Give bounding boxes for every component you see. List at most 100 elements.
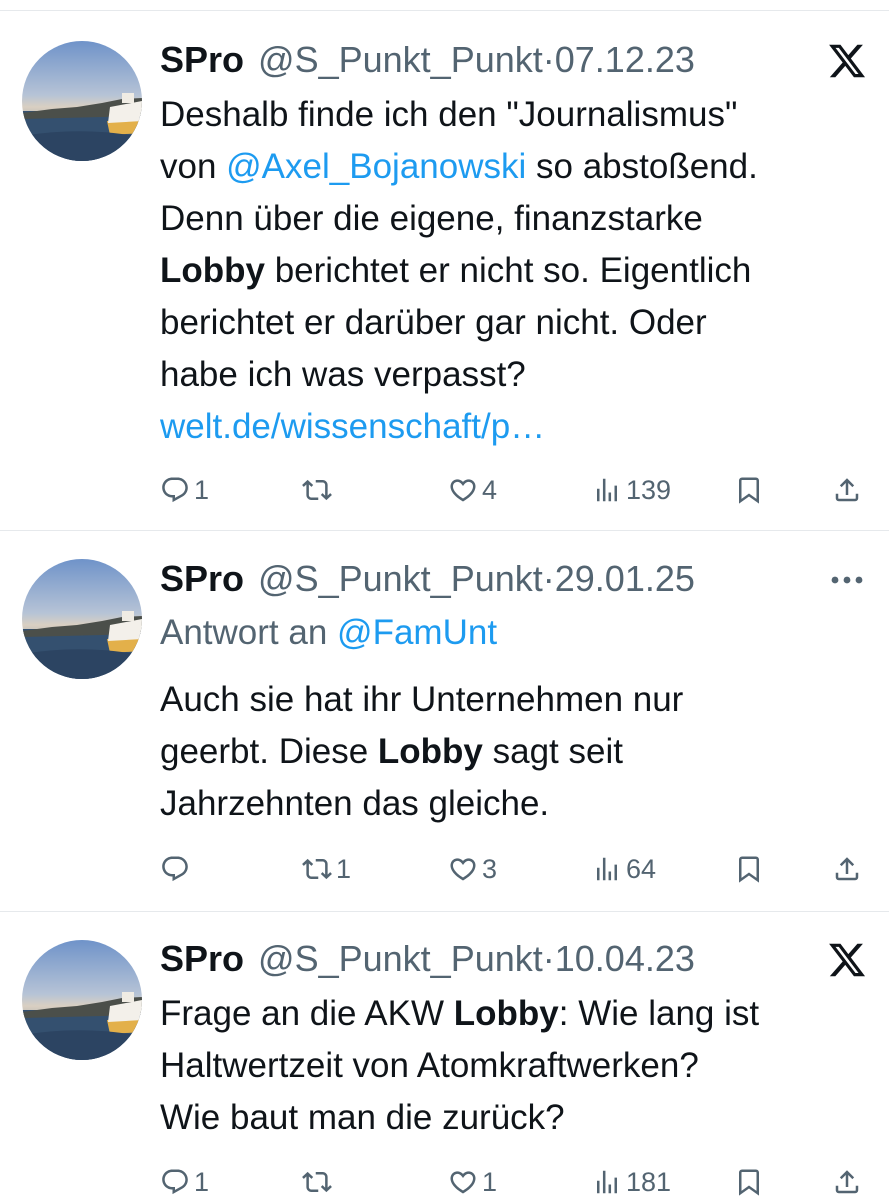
repost-button[interactable]: [302, 1162, 336, 1202]
like-count: 1: [482, 1166, 498, 1197]
text-line: Frage an die AKW Lobby: Wie lang ist: [160, 988, 859, 1040]
tweet[interactable]: SPro @S_Punkt_Punkt · 10.04.23 Frage an …: [0, 912, 889, 1200]
tweet-date[interactable]: 10.04.23: [555, 938, 695, 980]
more-options-icon[interactable]: [827, 573, 867, 587]
display-name[interactable]: SPro: [160, 938, 244, 980]
bold-word: Lobby: [453, 994, 559, 1033]
share-button[interactable]: [832, 849, 866, 889]
tweet[interactable]: SPro @S_Punkt_Punkt · 07.12.23 Deshalb f…: [0, 11, 889, 531]
avatar[interactable]: [22, 559, 142, 679]
separator: ·: [542, 39, 555, 80]
text-line: Haltwertzeit von Atomkraftwerken?: [160, 1046, 699, 1085]
text-span: geerbt. Diese: [160, 732, 378, 771]
text-line: Auch sie hat ihr Unternehmen nur: [160, 680, 684, 719]
action-bar: 1 4 139: [160, 470, 867, 510]
heart-icon: [448, 1167, 478, 1197]
views-button[interactable]: 139: [592, 470, 671, 510]
x-logo-icon: [827, 41, 867, 81]
like-button[interactable]: 3: [448, 849, 497, 889]
text-span: von: [160, 147, 227, 186]
bookmark-icon: [734, 854, 764, 884]
like-button[interactable]: 4: [448, 470, 497, 510]
reply-count: 1: [194, 474, 210, 505]
text-line: Wie baut man die zurück?: [160, 1098, 565, 1137]
avatar[interactable]: [22, 940, 142, 1060]
avatar[interactable]: [22, 41, 142, 161]
action-bar: 1 1 181: [160, 1162, 867, 1202]
repost-button[interactable]: 1: [302, 849, 351, 889]
views-button[interactable]: 64: [592, 849, 656, 889]
like-button[interactable]: 1: [448, 1162, 497, 1202]
text-span: sagt seit: [482, 732, 623, 771]
tweet[interactable]: SPro @S_Punkt_Punkt · 29.01.25 Antwort a…: [0, 531, 889, 912]
view-count: 181: [626, 1166, 672, 1197]
text-span: Frage an die AKW: [160, 994, 454, 1033]
tweet-feed: SPro @S_Punkt_Punkt · 07.12.23 Deshalb f…: [0, 0, 889, 1200]
text-line: Denn über die eigene, finanzstarke: [160, 199, 703, 238]
user-handle[interactable]: @S_Punkt_Punkt: [258, 39, 543, 81]
bold-word: Lobby: [160, 251, 265, 290]
mention-link[interactable]: @Axel_Bojanowski: [226, 147, 526, 186]
tweet-text: Auch sie hat ihr Unternehmen nur geerbt.…: [160, 674, 859, 830]
reply-count: 1: [194, 1166, 210, 1197]
tweet-header: SPro @S_Punkt_Punkt · 07.12.23: [160, 37, 869, 83]
text-line: von @Axel_Bojanowski so abstoßend.: [160, 141, 859, 193]
bold-word: Lobby: [377, 732, 483, 771]
reply-button[interactable]: [160, 849, 194, 889]
repost-button[interactable]: [302, 470, 336, 510]
display-name[interactable]: SPro: [160, 39, 244, 81]
share-button[interactable]: [832, 470, 866, 510]
text-line: geerbt. Diese Lobby sagt seit: [160, 726, 859, 778]
bookmark-button[interactable]: [734, 1162, 768, 1202]
text-span: : Wie lang ist: [558, 994, 760, 1033]
user-handle[interactable]: @S_Punkt_Punkt: [258, 938, 543, 980]
heart-icon: [448, 854, 478, 884]
separator: ·: [542, 938, 555, 979]
like-count: 3: [482, 853, 498, 884]
like-count: 4: [482, 474, 498, 505]
text-line: Lobby berichtet er nicht so. Eigentlich: [160, 245, 859, 297]
bookmark-icon: [734, 475, 764, 505]
share-icon: [832, 854, 862, 884]
tweet-date[interactable]: 07.12.23: [555, 39, 695, 81]
bookmark-button[interactable]: [734, 470, 768, 510]
views-icon: [592, 1167, 622, 1197]
share-button[interactable]: [832, 1162, 866, 1202]
tweet-header: SPro @S_Punkt_Punkt · 29.01.25: [160, 556, 869, 602]
display-name[interactable]: SPro: [160, 558, 244, 600]
text-line: habe ich was verpasst?: [160, 355, 526, 394]
views-icon: [592, 475, 622, 505]
view-count: 64: [626, 853, 657, 884]
tweet-header: SPro @S_Punkt_Punkt · 10.04.23: [160, 936, 869, 982]
reply-icon: [160, 475, 190, 505]
reply-button[interactable]: 1: [160, 470, 209, 510]
reply-icon: [160, 854, 190, 884]
share-icon: [832, 475, 862, 505]
separator: ·: [542, 558, 555, 599]
x-logo-icon: [827, 940, 867, 980]
text-line: berichtet er darüber gar nicht. Oder: [160, 303, 707, 342]
tweet-text: Frage an die AKW Lobby: Wie lang ist Hal…: [160, 988, 859, 1144]
text-span: berichtet er nicht so. Eigentlich: [264, 251, 752, 290]
repost-icon: [302, 475, 332, 505]
action-bar: 1 3 64: [160, 849, 867, 889]
article-link[interactable]: welt.de/wissenschaft/p…: [160, 401, 859, 453]
repost-count: 1: [336, 853, 352, 884]
reply-to-link[interactable]: @FamUnt: [337, 613, 497, 652]
reply-icon: [160, 1167, 190, 1197]
text-span: so abstoßend.: [526, 147, 758, 186]
views-button[interactable]: 181: [592, 1162, 671, 1202]
user-handle[interactable]: @S_Punkt_Punkt: [258, 558, 543, 600]
tweet-text: Deshalb finde ich den "Journalismus" von…: [160, 89, 859, 453]
reply-prefix: Antwort an: [160, 613, 338, 652]
reply-context: Antwort an @FamUnt: [160, 613, 497, 653]
repost-icon: [302, 854, 332, 884]
tweet-date[interactable]: 29.01.25: [555, 558, 695, 600]
repost-icon: [302, 1167, 332, 1197]
bookmark-icon: [734, 1167, 764, 1197]
text-line: Deshalb finde ich den "Journalismus": [160, 95, 738, 134]
heart-icon: [448, 475, 478, 505]
reply-button[interactable]: 1: [160, 1162, 209, 1202]
bookmark-button[interactable]: [734, 849, 768, 889]
text-line: Jahrzehnten das gleiche.: [160, 784, 550, 823]
